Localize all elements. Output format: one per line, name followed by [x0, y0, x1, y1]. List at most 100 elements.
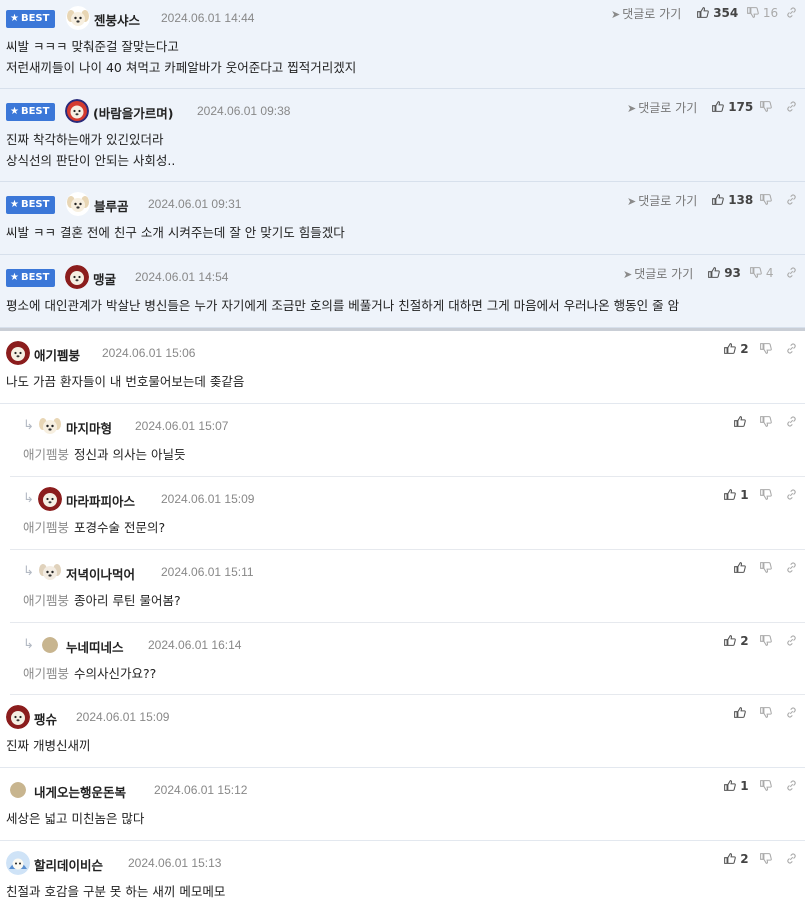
dislike-button[interactable] — [759, 488, 772, 502]
comment-date: 2024.06.01 09:38 — [197, 104, 291, 118]
share-button[interactable] — [785, 779, 798, 793]
reply-comment: ↳ 누네띠네스 2024.06.01 16:14 2 애기펨붕 수의사신가요?? — [10, 623, 805, 695]
thumbs-up-icon — [734, 707, 746, 718]
author-nickname[interactable]: 팽슈 — [34, 709, 57, 728]
avatar[interactable] — [6, 851, 30, 875]
goto-reply-link[interactable]: ➤ 댓글로 가기 — [627, 99, 697, 116]
thumbs-down-icon — [760, 101, 772, 112]
author-nickname[interactable]: 누네띠네스 — [66, 637, 124, 656]
avatar[interactable] — [65, 265, 89, 289]
dislike-button[interactable] — [759, 634, 772, 648]
like-button[interactable]: 1 — [723, 488, 749, 502]
avatar[interactable] — [38, 414, 62, 438]
author-nickname[interactable]: (바람을가르며) — [93, 103, 173, 122]
dislike-count: 4 — [765, 266, 774, 280]
best-badge: ★ BEST — [6, 103, 56, 121]
comment: 내게오는행운돈복 2024.06.01 15:12 1 세상은 넓고 미친놈은 … — [0, 768, 805, 841]
thumbs-up-icon — [724, 489, 736, 500]
like-button[interactable] — [733, 415, 746, 429]
avatar[interactable] — [38, 560, 62, 584]
like-button[interactable] — [733, 561, 746, 575]
like-button[interactable]: 2 — [723, 852, 749, 866]
dislike-button[interactable] — [759, 193, 772, 207]
author-nickname[interactable]: 맹굴 — [93, 269, 116, 288]
thumbs-down-icon — [760, 635, 772, 646]
goto-reply-link[interactable]: ➤ 댓글로 가기 — [627, 192, 697, 209]
avatar[interactable] — [42, 637, 58, 653]
avatar[interactable] — [38, 487, 62, 511]
link-icon — [787, 343, 796, 354]
share-button[interactable] — [785, 193, 798, 207]
dislike-button[interactable] — [759, 779, 772, 793]
dislike-button[interactable] — [759, 561, 772, 575]
author-nickname[interactable]: 블루곰 — [94, 196, 129, 215]
comment-date: 2024.06.01 14:54 — [135, 270, 229, 284]
mention-tag[interactable]: 애기펨붕 — [23, 520, 69, 535]
share-button[interactable] — [785, 6, 798, 20]
goto-reply-link[interactable]: ➤ 댓글로 가기 — [611, 5, 681, 22]
avatar[interactable] — [65, 99, 89, 123]
thumbs-up-icon — [724, 780, 736, 791]
like-count: 175 — [728, 100, 754, 114]
author-nickname[interactable]: 애기펨붕 — [34, 345, 80, 364]
thumbs-down-icon — [747, 7, 759, 18]
like-count: 2 — [740, 852, 749, 866]
share-button[interactable] — [785, 634, 798, 648]
avatar[interactable] — [66, 6, 90, 30]
share-button[interactable] — [785, 415, 798, 429]
avatar[interactable] — [66, 192, 90, 216]
dislike-button[interactable] — [759, 342, 772, 356]
share-button[interactable] — [785, 561, 798, 575]
share-button[interactable] — [785, 488, 798, 502]
comment-text: 진짜 개병신새끼 — [6, 738, 91, 753]
best-comment: ★ BEST 맹굴 2024.06.01 14:54 ➤ 댓글로 가기 93 4 평… — [0, 255, 805, 328]
dislike-button[interactable] — [759, 415, 772, 429]
thumbs-down-icon — [760, 707, 772, 718]
mention-tag[interactable]: 애기펨붕 — [23, 593, 69, 608]
share-button[interactable] — [785, 852, 798, 866]
thumbs-up-icon — [712, 101, 724, 112]
like-button[interactable]: 175 — [711, 100, 753, 114]
reply-comment: ↳ 마라파피아스 2024.06.01 15:09 1 애기펨붕 포경수술 전문의… — [10, 477, 805, 550]
best-comment: ★ BEST 블루곰 2024.06.01 09:31 ➤ 댓글로 가기 138 씨… — [0, 182, 805, 255]
comment-text: 애기펨붕 수의사신가요?? — [23, 666, 157, 681]
like-count: 1 — [740, 488, 749, 502]
mention-tag[interactable]: 애기펨붕 — [23, 666, 69, 681]
share-button[interactable] — [785, 100, 798, 114]
share-button[interactable] — [785, 266, 798, 280]
avatar[interactable] — [6, 341, 30, 365]
author-nickname[interactable]: 젠붕샤스 — [94, 10, 140, 29]
like-button[interactable]: 93 — [707, 266, 741, 280]
dislike-button[interactable]: 4 — [749, 266, 773, 280]
reply-comment: ↳ 마지마형 2024.06.01 15:07 애기펨붕 정신과 의사는 아닐듯 — [10, 404, 805, 477]
comment-text: 세상은 넓고 미친놈은 많다 — [6, 811, 145, 826]
dislike-button[interactable] — [759, 706, 772, 720]
mention-tag[interactable]: 애기펨붕 — [23, 447, 69, 462]
link-icon — [787, 194, 796, 205]
avatar[interactable] — [6, 705, 30, 729]
thumbs-down-icon — [760, 853, 772, 864]
like-button[interactable]: 1 — [723, 779, 749, 793]
dislike-button[interactable]: 16 — [746, 6, 778, 20]
like-button[interactable] — [733, 706, 746, 720]
thumbs-down-icon — [750, 267, 762, 278]
author-nickname[interactable]: 마라파피아스 — [66, 491, 135, 510]
link-icon — [787, 853, 796, 864]
author-nickname[interactable]: 할리데이비슨 — [34, 855, 103, 874]
like-button[interactable]: 138 — [711, 193, 753, 207]
dislike-count: 16 — [762, 6, 779, 20]
thumbs-up-icon — [734, 562, 746, 573]
like-button[interactable]: 2 — [723, 634, 749, 648]
author-nickname[interactable]: 마지마형 — [66, 418, 112, 437]
share-button[interactable] — [785, 706, 798, 720]
goto-reply-link[interactable]: ➤ 댓글로 가기 — [623, 265, 693, 282]
avatar[interactable] — [10, 782, 26, 798]
share-button[interactable] — [785, 342, 798, 356]
dislike-button[interactable] — [759, 852, 772, 866]
dislike-button[interactable] — [759, 100, 772, 114]
like-button[interactable]: 2 — [723, 342, 749, 356]
like-count: 1 — [740, 779, 749, 793]
like-button[interactable]: 354 — [696, 6, 738, 20]
author-nickname[interactable]: 저녁이나먹어 — [66, 564, 135, 583]
author-nickname[interactable]: 내게오는행운돈복 — [34, 782, 126, 801]
